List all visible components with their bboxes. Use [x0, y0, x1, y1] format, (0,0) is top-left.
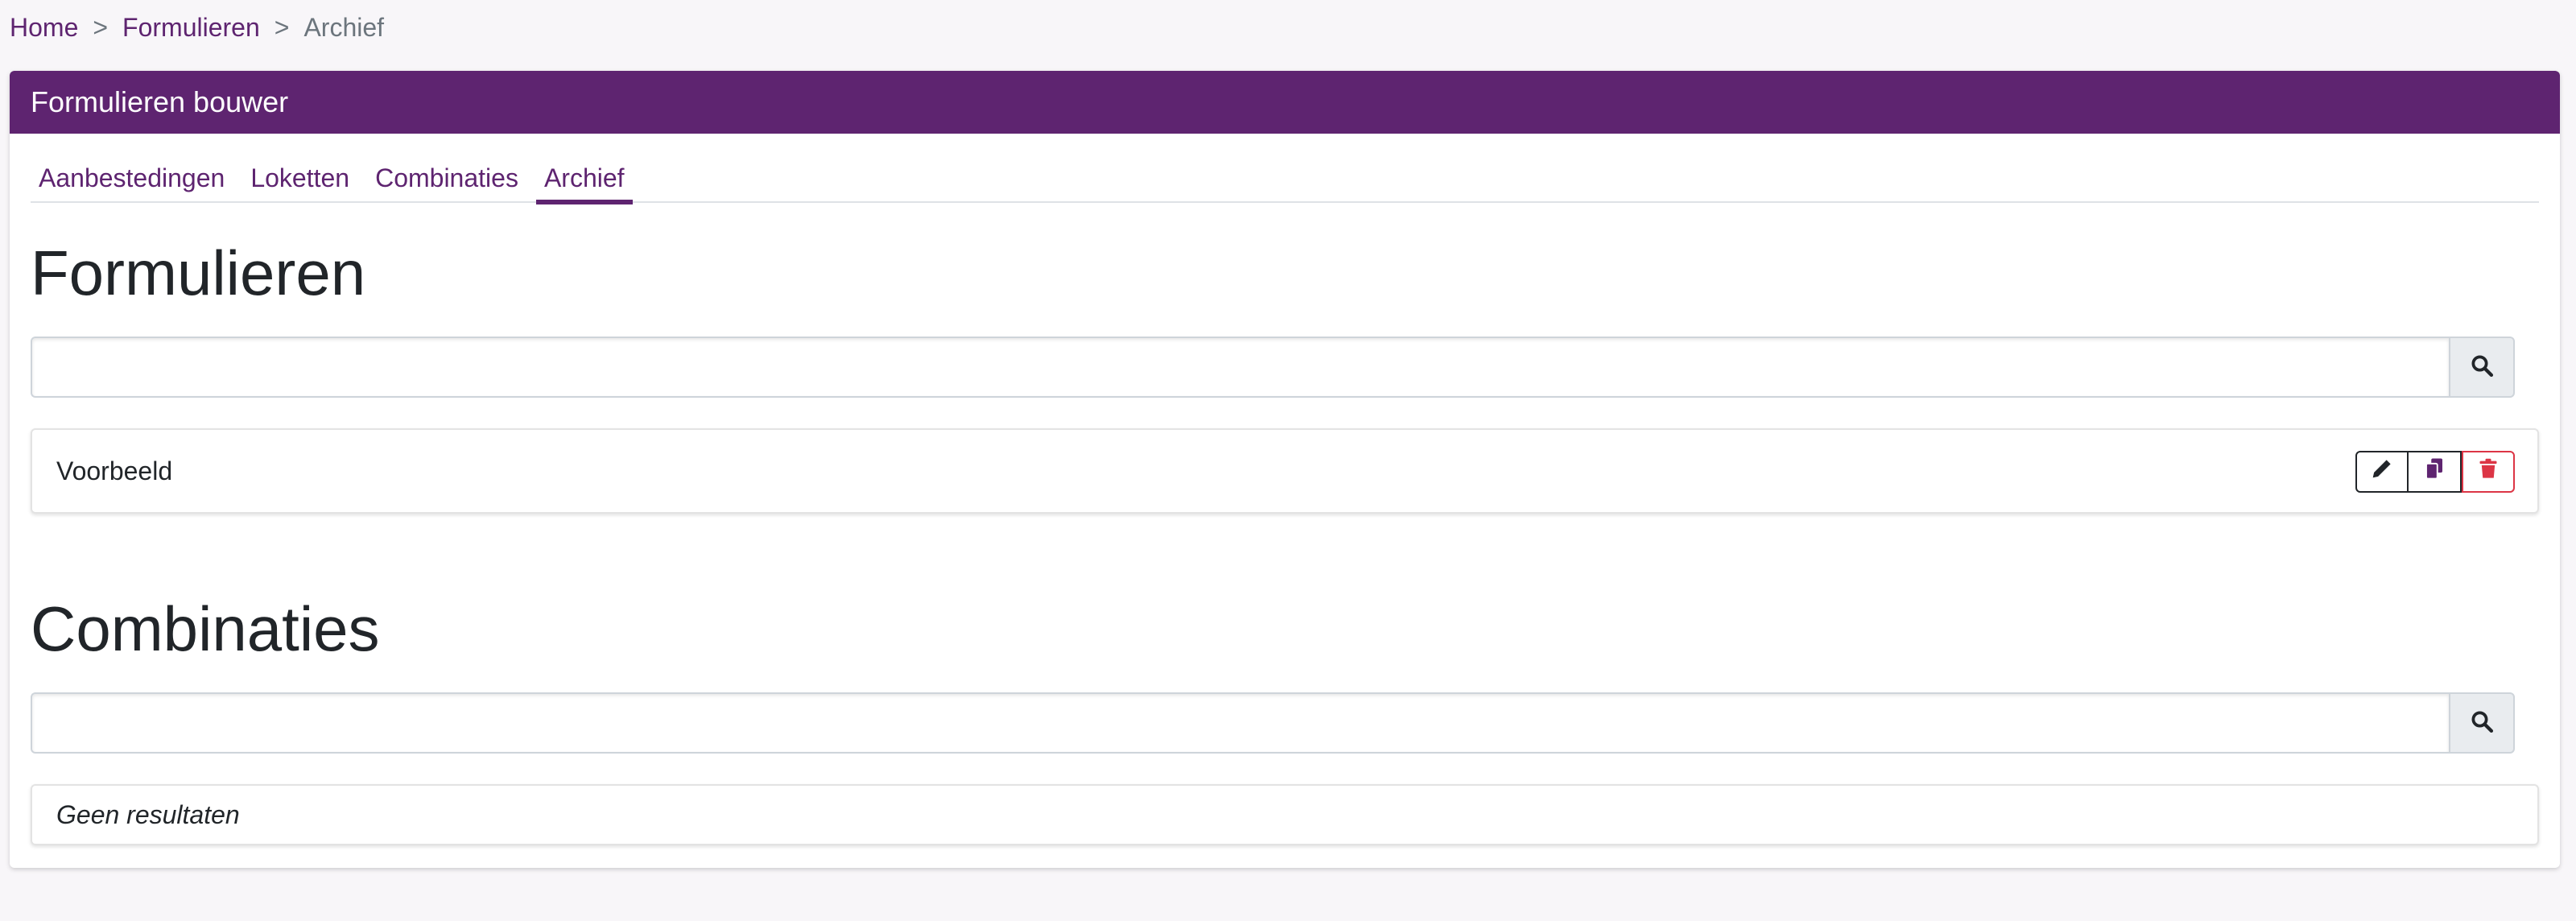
- list-item: Voorbeeld: [31, 428, 2539, 514]
- breadcrumb-formulieren-link[interactable]: Formulieren: [122, 11, 260, 43]
- copy-icon: [2422, 456, 2446, 487]
- search-icon: [2470, 353, 2494, 382]
- delete-button[interactable]: [2462, 451, 2515, 493]
- breadcrumb-separator: >: [93, 13, 109, 42]
- formulieren-search-group: [31, 337, 2515, 398]
- form-builder-card: Formulieren bouwer Aanbestedingen Lokett…: [10, 71, 2560, 868]
- breadcrumb: Home > Formulieren > Archief: [10, 11, 384, 43]
- combinaties-search-input[interactable]: [31, 692, 2449, 754]
- tab-loketten[interactable]: Loketten: [242, 159, 357, 203]
- formulieren-search-button[interactable]: [2449, 337, 2515, 398]
- combinaties-search-group: [31, 692, 2515, 754]
- tab-aanbestedingen[interactable]: Aanbestedingen: [31, 159, 233, 203]
- formulieren-heading: Formulieren: [31, 237, 366, 308]
- card-header-title: Formulieren bouwer: [10, 71, 2560, 134]
- breadcrumb-home-link[interactable]: Home: [10, 11, 78, 43]
- tab-combinaties[interactable]: Combinaties: [367, 159, 526, 203]
- empty-results-text: Geen resultaten: [56, 799, 240, 829]
- trash-icon: [2477, 456, 2500, 487]
- tab-archief[interactable]: Archief: [535, 159, 633, 204]
- empty-results-item: Geen resultaten: [31, 784, 2539, 845]
- breadcrumb-separator: >: [274, 13, 290, 42]
- breadcrumb-current: Archief: [303, 13, 385, 42]
- tab-bar: Aanbestedingen Loketten Combinaties Arch…: [31, 159, 2539, 204]
- search-icon: [2470, 709, 2494, 737]
- combinaties-heading: Combinaties: [31, 593, 380, 664]
- edit-button[interactable]: [2355, 451, 2409, 493]
- copy-button[interactable]: [2409, 451, 2462, 493]
- form-item-actions: [2355, 451, 2515, 493]
- form-item-name: Voorbeeld: [56, 456, 173, 485]
- combinaties-search-button[interactable]: [2449, 692, 2515, 754]
- pencil-icon: [2370, 456, 2394, 487]
- formulieren-search-input[interactable]: [31, 337, 2449, 398]
